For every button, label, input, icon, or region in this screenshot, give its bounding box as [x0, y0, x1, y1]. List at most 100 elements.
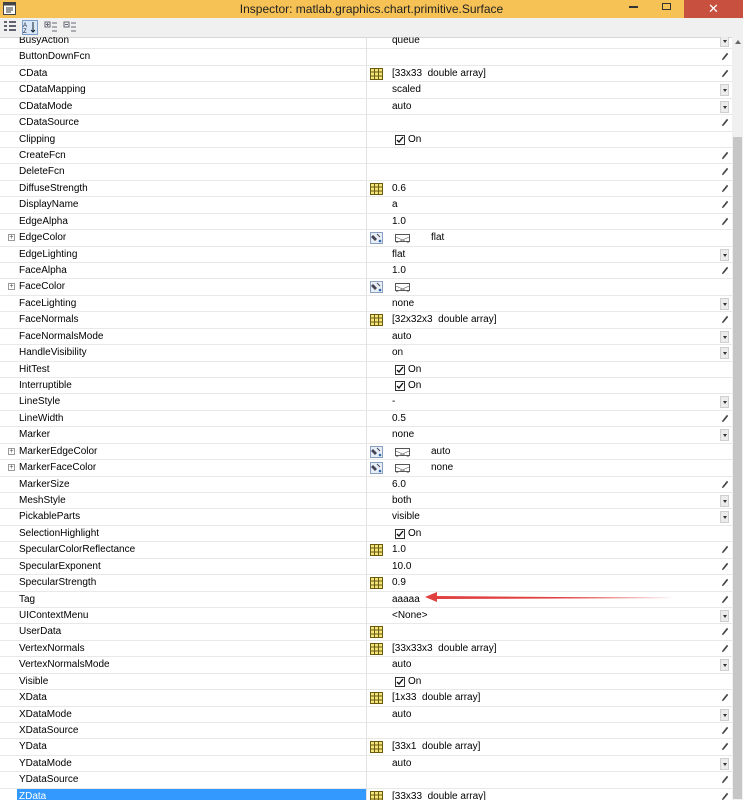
property-value[interactable]: auto	[392, 707, 411, 723]
array-editor-icon[interactable]	[370, 577, 383, 590]
property-row[interactable]: HitTest On	[0, 361, 732, 379]
dropdown-arrow-icon[interactable]	[720, 396, 729, 409]
edit-pencil-icon[interactable]	[721, 184, 729, 194]
property-row[interactable]: EdgeAlpha 1.0	[0, 213, 732, 231]
property-row[interactable]: SpecularStrength 0.9	[0, 575, 732, 592]
array-editor-icon[interactable]	[370, 692, 383, 705]
dropdown-arrow-icon[interactable]	[720, 495, 729, 508]
edit-pencil-icon[interactable]	[721, 414, 729, 424]
property-row[interactable]: FaceAlpha 1.0	[0, 263, 732, 280]
property-value[interactable]: flat	[392, 247, 405, 263]
edit-pencil-icon[interactable]	[721, 775, 729, 785]
array-editor-icon[interactable]	[370, 544, 383, 557]
property-value[interactable]: [33x1 double array]	[392, 739, 480, 755]
property-row[interactable]: DeleteFcn	[0, 164, 732, 181]
property-row[interactable]: XData [1x33 double array]	[0, 690, 732, 707]
property-row[interactable]: MeshStyle both	[0, 493, 732, 510]
property-row[interactable]: HandleVisibility on	[0, 345, 732, 362]
color-picker-icon[interactable]	[370, 445, 383, 458]
property-value[interactable]: 0.9	[392, 575, 406, 591]
array-editor-icon[interactable]	[370, 642, 383, 655]
property-value[interactable]: 0.6	[392, 181, 406, 197]
edit-pencil-icon[interactable]	[721, 545, 729, 555]
property-row[interactable]: XDataMode auto	[0, 706, 732, 724]
edit-pencil-icon[interactable]	[721, 266, 729, 276]
maximize-icon[interactable]	[662, 3, 671, 10]
property-row[interactable]: Visible On	[0, 673, 732, 691]
vertical-scrollbar[interactable]	[732, 37, 743, 800]
checkbox[interactable]	[395, 676, 405, 687]
property-row[interactable]: ZData [33x33 double array]	[0, 788, 732, 800]
dropdown-arrow-icon[interactable]	[720, 708, 729, 721]
categorize-icon[interactable]	[3, 20, 19, 35]
edit-pencil-icon[interactable]	[721, 200, 729, 210]
edit-pencil-icon[interactable]	[721, 627, 729, 637]
color-picker-icon[interactable]	[370, 462, 383, 475]
property-value[interactable]: queue	[392, 37, 420, 49]
edit-pencil-icon[interactable]	[721, 118, 729, 128]
property-row[interactable]: + MarkerFaceColor none	[0, 460, 732, 477]
property-row[interactable]: + MarkerEdgeColor auto	[0, 443, 732, 461]
edit-pencil-icon[interactable]	[721, 167, 729, 177]
property-value[interactable]: auto	[392, 756, 411, 772]
checkbox[interactable]	[395, 134, 405, 145]
expand-icon[interactable]: +	[8, 234, 15, 242]
property-value[interactable]: [32x32x3 double array]	[392, 312, 497, 328]
property-value[interactable]: visible	[392, 509, 420, 525]
array-editor-icon[interactable]	[370, 182, 383, 195]
property-row[interactable]: LineWidth 0.5	[0, 410, 732, 428]
property-row[interactable]: SpecularExponent 10.0	[0, 558, 732, 576]
dropdown-arrow-icon[interactable]	[720, 297, 729, 310]
expand-all-icon[interactable]	[44, 20, 60, 35]
property-value[interactable]: both	[392, 493, 411, 509]
property-row[interactable]: Clipping On	[0, 131, 732, 148]
property-row[interactable]: YDataSource	[0, 772, 732, 789]
expand-icon[interactable]: +	[8, 283, 15, 291]
edit-pencil-icon[interactable]	[721, 742, 729, 752]
property-row[interactable]: FaceNormals [32x32x3 double array]	[0, 312, 732, 329]
property-row[interactable]: VertexNormals [33x33x3 double array]	[0, 640, 732, 658]
array-editor-icon[interactable]	[370, 314, 383, 327]
color-picker-icon[interactable]	[370, 281, 383, 294]
color-swatch[interactable]	[395, 447, 410, 458]
scrollbar-thumb[interactable]	[733, 137, 742, 799]
property-row[interactable]: Interruptible On	[0, 378, 732, 395]
property-row[interactable]: XDataSource	[0, 723, 732, 740]
expand-icon[interactable]: +	[8, 464, 15, 472]
property-row[interactable]: YDataMode auto	[0, 755, 732, 773]
property-value[interactable]: auto	[392, 99, 411, 115]
close-button[interactable]: ✕	[684, 0, 743, 18]
edit-pencil-icon[interactable]	[721, 595, 729, 605]
property-value[interactable]: 1.0	[392, 263, 406, 279]
color-swatch[interactable]	[395, 464, 410, 474]
property-row[interactable]: CreateFcn	[0, 148, 732, 165]
edit-pencil-icon[interactable]	[721, 693, 729, 703]
color-picker-icon[interactable]	[370, 232, 383, 245]
property-value[interactable]: aaaaa	[392, 592, 420, 608]
property-row[interactable]: + EdgeColor flat	[0, 230, 732, 247]
property-row[interactable]: FaceLighting none	[0, 295, 732, 313]
dropdown-arrow-icon[interactable]	[720, 511, 729, 524]
property-row[interactable]: BusyAction queue	[0, 37, 732, 50]
property-value[interactable]: -	[392, 394, 395, 410]
minimize-icon[interactable]	[629, 6, 638, 8]
property-value[interactable]: 0.5	[392, 411, 406, 427]
property-row[interactable]: UIContextMenu <None>	[0, 608, 732, 625]
property-row[interactable]: MarkerSize 6.0	[0, 476, 732, 494]
edit-pencil-icon[interactable]	[721, 578, 729, 588]
edit-pencil-icon[interactable]	[721, 480, 729, 490]
property-value[interactable]: [33x33 double array]	[392, 66, 486, 82]
dropdown-arrow-icon[interactable]	[720, 248, 729, 261]
property-row[interactable]: Marker none	[0, 427, 732, 444]
checkbox[interactable]	[395, 364, 405, 375]
property-row[interactable]: LineStyle -	[0, 394, 732, 411]
property-row[interactable]: DisplayName a	[0, 197, 732, 214]
dropdown-arrow-icon[interactable]	[720, 330, 729, 343]
checkbox[interactable]	[395, 381, 405, 392]
array-editor-icon[interactable]	[370, 626, 383, 639]
edit-pencil-icon[interactable]	[721, 69, 729, 79]
property-row[interactable]: YData [33x1 double array]	[0, 739, 732, 756]
sort-alphabetical-icon[interactable]: AZ	[22, 20, 38, 35]
color-swatch[interactable]	[395, 234, 410, 244]
property-row[interactable]: + FaceColor	[0, 279, 732, 296]
